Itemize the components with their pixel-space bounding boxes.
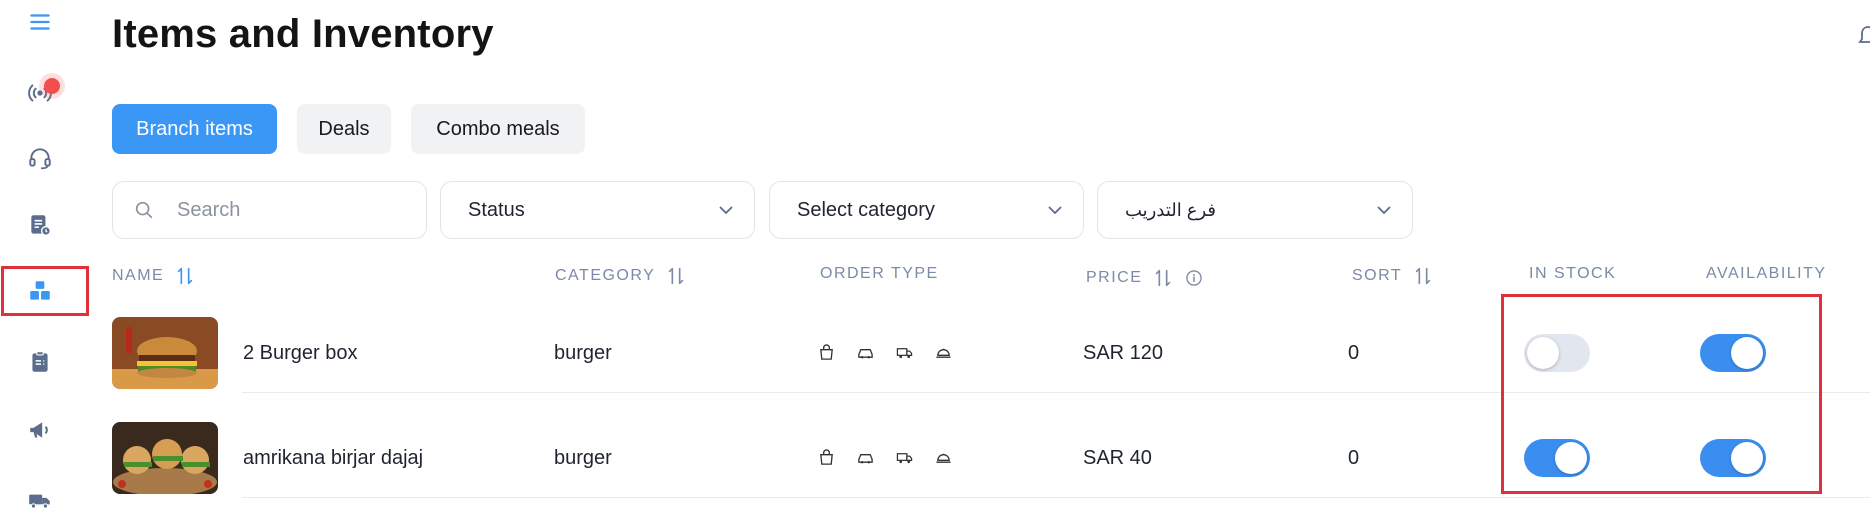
notification-dot (44, 78, 60, 94)
chevron-down-icon (1377, 206, 1391, 215)
category-select[interactable]: Select category (769, 181, 1084, 239)
status-select-value: Status (468, 198, 525, 221)
sort-icon[interactable] (1412, 265, 1434, 287)
column-header-in-stock: IN STOCK (1529, 265, 1616, 283)
bag-icon (820, 449, 833, 465)
dine-in-cloche-icon (936, 348, 951, 358)
item-image (112, 422, 218, 494)
status-select[interactable]: Status (440, 181, 755, 239)
column-header-name-label: NAME (112, 267, 165, 284)
menu-icon[interactable] (20, 2, 60, 42)
delivery-truck-icon[interactable] (20, 480, 60, 520)
search-box (112, 181, 427, 239)
column-header-availability: AVAILABILITY (1706, 265, 1827, 283)
delivery-truck-icon (896, 348, 913, 359)
headset-icon[interactable] (20, 138, 60, 178)
sort-icon[interactable] (1152, 267, 1174, 289)
column-header-in-stock-label: IN STOCK (1529, 265, 1617, 282)
column-header-category-label: CATEGORY (555, 267, 656, 284)
item-price: SAR 120 (1083, 342, 1164, 364)
search-icon (133, 199, 155, 221)
chevron-down-icon (1048, 206, 1062, 215)
info-icon[interactable] (1184, 268, 1204, 288)
column-header-order-type: ORDER TYPE (820, 265, 939, 283)
row-divider (242, 497, 1870, 498)
sort-icon[interactable] (174, 265, 196, 287)
tab-branch-items[interactable]: Branch items (112, 104, 277, 154)
item-name[interactable]: amrikana birjar dajaj (243, 447, 423, 470)
branch-select[interactable]: فرع التدريب (1097, 181, 1413, 239)
item-price: SAR 40 (1083, 447, 1152, 469)
column-header-availability-label: AVAILABILITY (1706, 265, 1827, 282)
bag-icon (820, 344, 833, 360)
order-type-icons (818, 449, 952, 466)
order-type-icons (818, 344, 952, 361)
item-category: burger (554, 342, 612, 364)
orders-icon[interactable] (20, 205, 60, 245)
tab-deals[interactable]: Deals (297, 104, 391, 154)
column-header-sort[interactable]: SORT (1352, 265, 1434, 287)
car-icon (858, 349, 873, 359)
column-header-price[interactable]: PRICE (1086, 267, 1204, 289)
search-input[interactable] (175, 197, 349, 223)
column-header-price-label: PRICE (1086, 269, 1143, 286)
column-header-sort-label: SORT (1352, 267, 1403, 284)
column-header-name[interactable]: NAME (112, 265, 196, 287)
delivery-truck-icon (896, 453, 913, 464)
item-name[interactable]: 2 Burger box (243, 342, 358, 365)
item-sort: 0 (1348, 447, 1360, 469)
sidebar (0, 0, 89, 520)
sort-icon[interactable] (665, 265, 687, 287)
chevron-down-icon (719, 206, 733, 215)
item-category: burger (554, 447, 612, 469)
column-header-category[interactable]: CATEGORY (555, 265, 687, 287)
sidebar-annotation-box (1, 266, 89, 316)
megaphone-icon[interactable] (20, 410, 60, 450)
category-select-value: Select category (797, 198, 935, 221)
item-image (112, 317, 218, 389)
item-sort: 0 (1348, 342, 1360, 364)
dine-in-cloche-icon (936, 453, 951, 463)
column-header-order-type-label: ORDER TYPE (820, 265, 939, 282)
toggles-annotation-box (1501, 294, 1822, 494)
car-icon (858, 454, 873, 464)
page-title: Items and Inventory (112, 12, 494, 56)
bell-icon[interactable] (1858, 24, 1870, 50)
clipboard-icon[interactable] (20, 342, 60, 382)
branch-select-value: فرع التدريب (1125, 199, 1217, 220)
tab-combo-meals[interactable]: Combo meals (411, 104, 585, 154)
